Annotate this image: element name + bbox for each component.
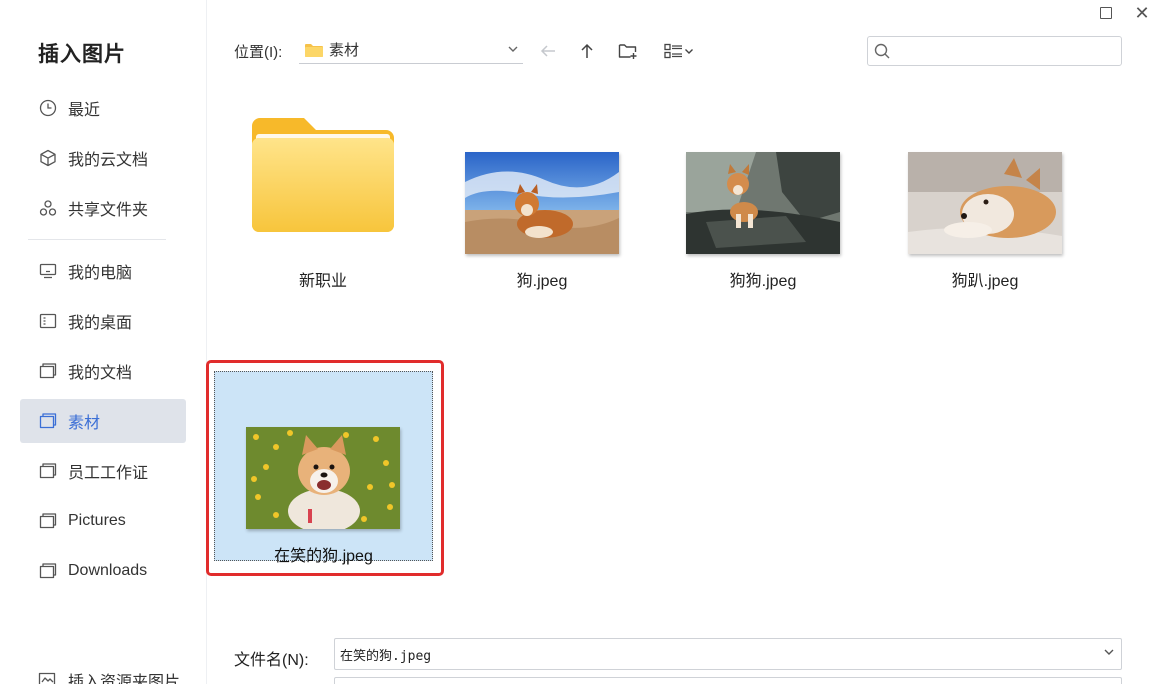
close-button[interactable]: ✕ [1133, 4, 1151, 22]
sidebar-item-label: 我的电脑 [68, 265, 133, 282]
file-name: 新职业 [298, 273, 347, 290]
sidebar-item-label: 我的文档 [68, 365, 133, 382]
sidebar-item-downloads[interactable]: Downloads [20, 549, 186, 593]
sidebar-divider [28, 239, 166, 240]
sidebar-item-cloud-docs[interactable]: 我的云文档 [20, 136, 186, 180]
chevron-down-icon [507, 42, 519, 59]
insert-resource-images-label: 插入资源夹图片 [68, 674, 181, 684]
new-folder-button[interactable] [615, 38, 641, 64]
folder-icon [305, 43, 323, 57]
folder-large-icon [252, 118, 394, 232]
sidebar: 插入图片 最近 我的云文档 共享文件夹 我的电脑 我的桌面 我的文档 素材 员工… [0, 0, 207, 684]
dialog-title: 插入图片 [38, 43, 126, 66]
sidebar-item-label: 员工工作证 [68, 465, 149, 482]
file-type-select[interactable] [334, 677, 1122, 684]
maximize-icon [1100, 7, 1112, 19]
search-input[interactable] [896, 38, 1121, 64]
sidebar-item-recent[interactable]: 最近 [20, 86, 186, 130]
sidebar-item-my-desktop[interactable]: 我的桌面 [20, 299, 186, 343]
sidebar-item-shared-folder[interactable]: 共享文件夹 [20, 186, 186, 230]
location-label: 位置(I): [234, 44, 283, 61]
arrow-left-icon [540, 45, 555, 57]
location-dropdown[interactable]: 素材 [299, 36, 523, 64]
search-icon [874, 43, 890, 59]
folder-icon [38, 361, 58, 381]
sidebar-item-label: 素材 [68, 415, 101, 432]
arrow-up-icon [581, 43, 593, 58]
new-folder-icon [618, 44, 637, 59]
sidebar-item-pictures[interactable]: Pictures [20, 499, 186, 543]
sidebar-item-my-computer[interactable]: 我的电脑 [20, 249, 186, 293]
clock-icon [38, 98, 58, 118]
file-item-image[interactable]: 狗狗.jpeg [653, 110, 873, 290]
sidebar-item-employee-badge[interactable]: 员工工作证 [20, 449, 186, 493]
selection-highlight-frame [206, 360, 444, 576]
list-view-icon [664, 43, 682, 59]
folder-icon [38, 561, 58, 581]
filename-value: 在笑的狗.jpeg [340, 648, 432, 664]
chevron-down-icon [1103, 646, 1115, 661]
close-icon: ✕ [1134, 3, 1150, 23]
file-name: 狗趴.jpeg [951, 273, 1019, 290]
cube-icon [38, 148, 58, 168]
filename-input[interactable]: 在笑的狗.jpeg [334, 638, 1122, 670]
sidebar-item-label: 最近 [68, 102, 101, 119]
sidebar-item-my-documents[interactable]: 我的文档 [20, 349, 186, 393]
back-button[interactable] [535, 38, 561, 64]
image-thumbnail [686, 152, 840, 254]
desktop-icon [38, 311, 58, 331]
sidebar-item-materials[interactable]: 素材 [20, 399, 186, 443]
folder-icon [38, 411, 58, 431]
folder-icon [38, 461, 58, 481]
file-name: 狗.jpeg [516, 273, 568, 290]
sidebar-item-label: Downloads [68, 562, 148, 579]
maximize-button[interactable] [1097, 4, 1115, 22]
up-button[interactable] [574, 38, 600, 64]
insert-resource-images-link[interactable]: 插入资源夹图片 [38, 668, 180, 684]
file-item-image[interactable]: 狗.jpeg [432, 110, 652, 290]
chevron-down-icon [685, 49, 693, 54]
computer-icon [38, 261, 58, 281]
search-box [867, 36, 1122, 66]
location-value: 素材 [329, 42, 360, 59]
sidebar-item-label: Pictures [68, 512, 126, 529]
file-name: 狗狗.jpeg [729, 273, 797, 290]
image-thumbnail [908, 152, 1062, 254]
sidebar-item-label: 共享文件夹 [68, 202, 149, 219]
file-item-folder[interactable]: 新职业 [213, 110, 433, 290]
share-icon [38, 198, 58, 218]
view-mode-button[interactable] [659, 38, 699, 64]
folder-icon [38, 511, 58, 531]
image-folder-icon [38, 670, 58, 684]
image-thumbnail [465, 152, 619, 254]
filename-label: 文件名(N): [234, 652, 309, 669]
sidebar-item-label: 我的云文档 [68, 152, 149, 169]
file-item-image[interactable]: 狗趴.jpeg [875, 110, 1095, 290]
sidebar-item-label: 我的桌面 [68, 315, 133, 332]
